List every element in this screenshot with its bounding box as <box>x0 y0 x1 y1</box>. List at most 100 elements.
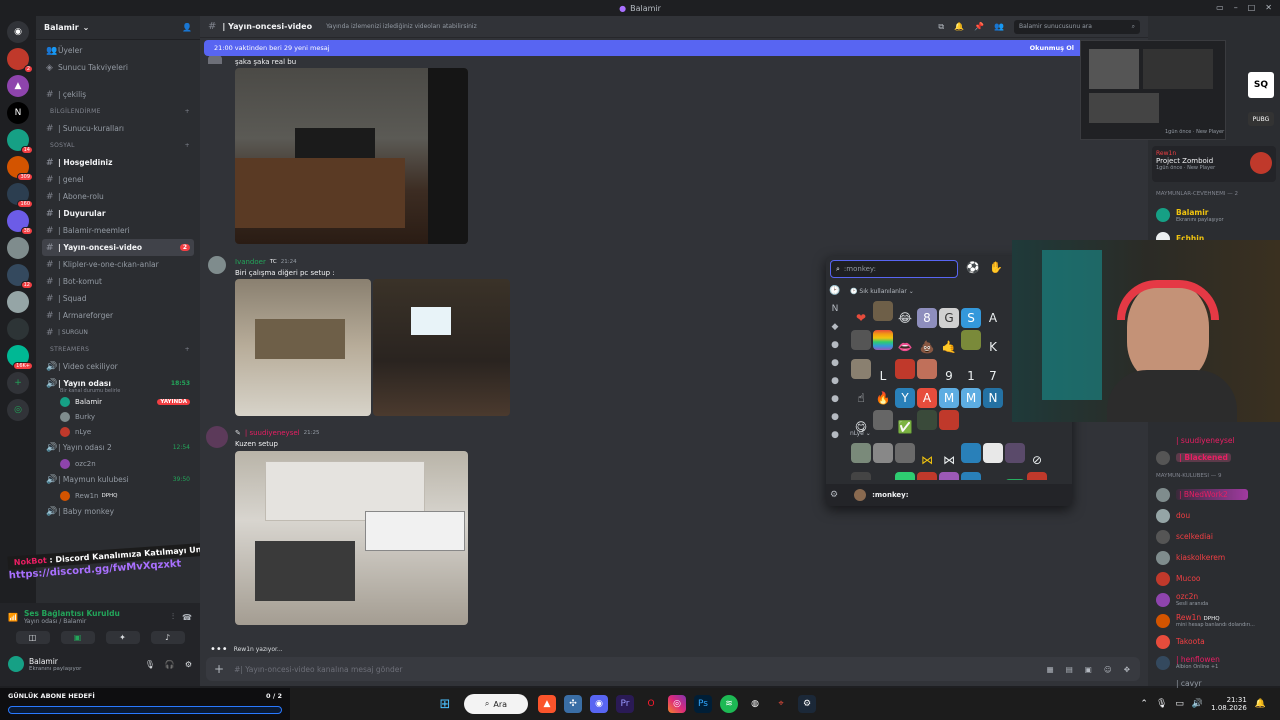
channel-item[interactable]: # | Klipler-ve-one-cıkan-anlar <box>36 256 200 273</box>
screen-share-icon[interactable]: ▣ <box>60 631 95 644</box>
server-emoji-icon[interactable]: ● <box>831 430 839 440</box>
category-streamers[interactable]: STREAMERS + <box>36 341 200 358</box>
server-icon[interactable] <box>7 291 29 313</box>
gif-icon[interactable]: ▣ <box>1085 665 1092 674</box>
emoji[interactable] <box>961 443 981 463</box>
channel-item[interactable]: # | Balamir-meemleri <box>36 222 200 239</box>
volume-icon[interactable]: 🔊 <box>1192 699 1203 709</box>
plus-icon[interactable]: + <box>214 662 224 676</box>
members-link[interactable]: 👥 Üyeler <box>36 42 200 59</box>
emoji[interactable] <box>873 301 893 321</box>
voice-channel[interactable]: 🔊 | Video cekiliyor <box>36 358 200 375</box>
microphone-icon[interactable]: 🎙 <box>145 660 155 669</box>
server-emoji-icon[interactable]: ● <box>831 358 839 368</box>
maximize-button[interactable]: □ <box>1248 3 1256 12</box>
spotify-icon[interactable]: ≋ <box>720 695 738 713</box>
channel-item[interactable]: # | Squad <box>36 290 200 307</box>
emoji[interactable] <box>917 472 937 480</box>
app-icon[interactable]: ✣ <box>564 695 582 713</box>
emoji[interactable] <box>1005 443 1025 463</box>
emoji[interactable] <box>895 472 915 480</box>
emoji[interactable]: 8 <box>917 308 937 328</box>
gear-icon[interactable]: ⚙ <box>185 660 192 669</box>
server-icon[interactable]: 38 <box>7 210 33 235</box>
server-icon[interactable]: 2 <box>7 48 33 73</box>
emoji[interactable]: ⋈ <box>873 479 893 480</box>
voice-channel[interactable]: 🔊 | Maymun kulubesi 39:50 <box>36 471 200 488</box>
member-item[interactable]: Takoota <box>1148 631 1280 652</box>
server-section-header[interactable]: nLye ⌄ <box>850 430 871 437</box>
emoji[interactable]: ☝ <box>851 388 871 408</box>
server-icon[interactable]: 12 <box>7 264 33 289</box>
chevron-up-icon[interactable]: ⌃ <box>1140 699 1148 709</box>
camera-off-icon[interactable]: ◫ <box>15 631 50 644</box>
new-messages-bar[interactable]: 21:00 vaktinden beri 29 yeni mesaj Okunm… <box>204 40 1084 56</box>
emoji[interactable]: 7 <box>983 366 1003 386</box>
emoji[interactable] <box>917 410 937 430</box>
server-emoji-icon[interactable]: ● <box>831 394 839 404</box>
emoji[interactable] <box>873 410 893 430</box>
boosts-link[interactable]: ◈ Sunucu Takviyeleri <box>36 59 200 76</box>
channel-item[interactable]: # | Armareforger <box>36 307 200 324</box>
channel-item[interactable]: # | Bot-komut <box>36 273 200 290</box>
clock[interactable]: 21:31 1.08.2026 <box>1211 696 1247 712</box>
server-emoji-icon[interactable]: ◆ <box>832 322 839 332</box>
soundboard-icon[interactable]: ♪ <box>150 631 185 644</box>
emoji[interactable]: K <box>983 337 1003 357</box>
member-item[interactable]: ozc2n Sesli aranıda <box>1148 589 1280 610</box>
channel-item[interactable]: # | çekiliş <box>36 86 200 103</box>
add-channel-icon[interactable]: + <box>185 142 190 149</box>
member-item[interactable]: Mucoo <box>1148 568 1280 589</box>
voice-user[interactable]: Rew1n DPHQ <box>36 488 200 503</box>
member-item[interactable]: | Blackened <box>1148 447 1280 468</box>
emoji[interactable]: S <box>961 308 981 328</box>
member-item[interactable]: | suudiyeneysel <box>1148 434 1280 447</box>
server-emoji-icon[interactable]: ● <box>831 340 839 350</box>
avatar[interactable] <box>206 426 228 448</box>
emoji[interactable]: 👄 <box>895 337 915 357</box>
photoshop-icon[interactable]: Ps <box>694 695 712 713</box>
emoji[interactable]: M <box>939 388 959 408</box>
emoji[interactable] <box>851 359 871 379</box>
emoji[interactable] <box>851 472 871 480</box>
server-icon[interactable]: 14 <box>7 129 33 154</box>
close-button[interactable]: ✕ <box>1265 3 1272 12</box>
voice-user[interactable]: Balamir YAYINDA <box>36 394 200 409</box>
activities-icon[interactable]: ✦ <box>105 631 140 644</box>
disconnect-icon[interactable]: ☎ <box>182 613 192 622</box>
server-emoji-icon[interactable]: ● <box>831 376 839 386</box>
emoji[interactable]: M <box>961 388 981 408</box>
network-icon[interactable]: ▭ <box>1175 699 1184 709</box>
emoji-search-input[interactable]: ⌕ :monkey: <box>830 260 958 278</box>
emoji[interactable] <box>939 410 959 430</box>
discord-icon[interactable]: ◉ <box>590 695 608 713</box>
server-icon[interactable]: ▲ <box>7 75 29 97</box>
bell-icon[interactable]: 🔔 <box>954 22 964 31</box>
server-icon[interactable]: 309 <box>7 156 33 181</box>
emoji[interactable] <box>851 443 871 463</box>
emoji[interactable] <box>851 330 871 350</box>
emoji[interactable]: L <box>873 366 893 386</box>
emoji[interactable]: Y <box>895 388 915 408</box>
add-channel-icon[interactable]: + <box>185 108 190 115</box>
channel-item-selected[interactable]: # | Yayın-oncesi-video 2 <box>42 239 194 256</box>
emoji[interactable]: ⋈ <box>917 450 937 470</box>
emoji[interactable]: ⋈ <box>939 450 959 470</box>
instagram-icon[interactable]: ◎ <box>668 695 686 713</box>
settings-icon[interactable]: ⚙ <box>830 490 838 500</box>
user-avatar[interactable] <box>8 656 24 672</box>
emoji[interactable] <box>983 443 1003 463</box>
member-item[interactable]: Rew1n DPHQ mini hesap banlandı dolandırı.… <box>1148 610 1280 631</box>
steam-icon[interactable]: ⚙ <box>798 695 816 713</box>
member-item[interactable]: | henflowen Albion Online +1 <box>1148 652 1280 673</box>
server-header[interactable]: Balamir ⌄ 👤 <box>36 16 200 40</box>
headphones-icon[interactable]: 🎧 <box>165 660 175 669</box>
minimize-button[interactable]: – <box>1234 3 1238 12</box>
noise-suppression-icon[interactable]: ⫶ <box>172 612 174 622</box>
apps-icon[interactable]: ▦ <box>1047 665 1054 674</box>
emoji[interactable]: 🔥 <box>873 388 893 408</box>
attachment-image[interactable] <box>235 68 468 244</box>
emoji[interactable] <box>873 443 893 463</box>
emoji[interactable]: G <box>939 308 959 328</box>
emoji[interactable]: 1 <box>961 366 981 386</box>
